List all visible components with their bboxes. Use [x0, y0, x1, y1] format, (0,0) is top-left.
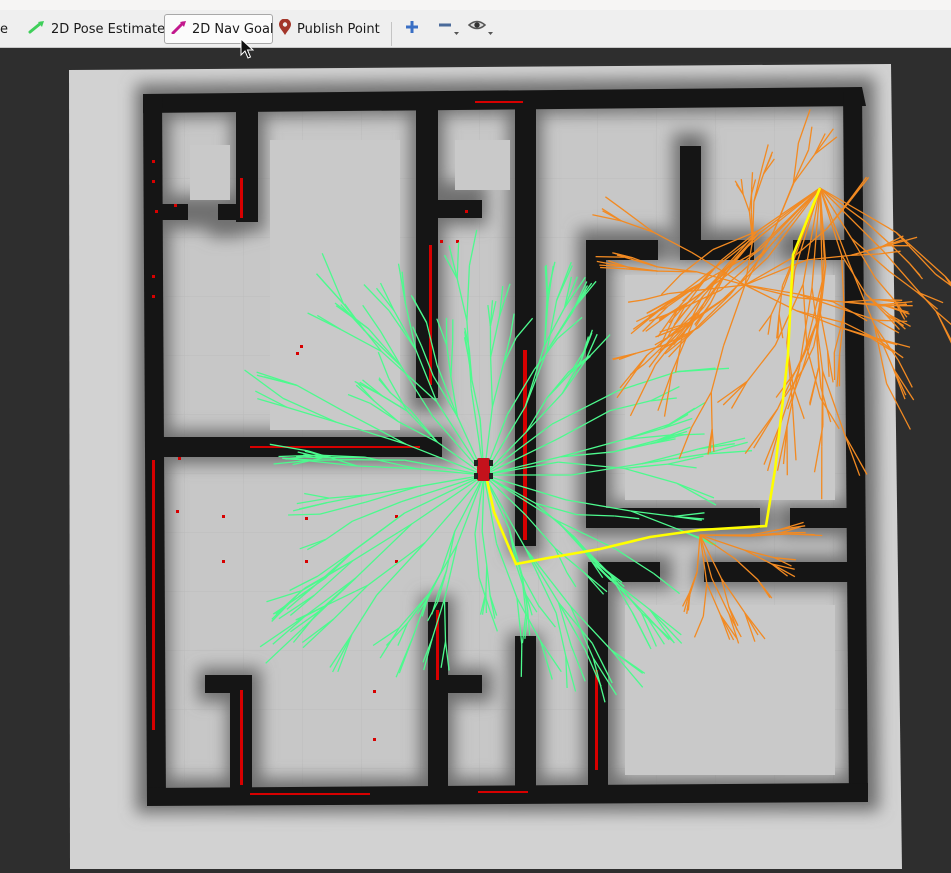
nav-goal-tool[interactable]: 2D Nav Goal: [164, 14, 273, 44]
tool-cut-off[interactable]: e: [0, 14, 14, 44]
publish-point-label: Publish Point: [297, 22, 380, 37]
toolbar-separator: [391, 22, 392, 46]
rviz-toolbar: e 2D Pose Estimate 2D Nav Goal Publish P…: [0, 10, 951, 48]
view-options-button[interactable]: [466, 16, 494, 42]
map-viewport[interactable]: [0, 50, 951, 869]
eye-icon: [466, 17, 494, 41]
plus-icon: [404, 19, 420, 39]
zoom-in-button[interactable]: [398, 16, 426, 42]
window-top-edge: [0, 0, 951, 10]
zoom-out-button[interactable]: [432, 16, 460, 42]
pose-estimate-label: 2D Pose Estimate: [51, 22, 165, 37]
magenta-arrow-icon: [171, 20, 192, 38]
minus-icon: [433, 17, 459, 41]
publish-point-tool[interactable]: Publish Point: [272, 14, 386, 44]
tool-cut-off-label: e: [0, 22, 8, 37]
pose-estimate-tool[interactable]: 2D Pose Estimate: [22, 14, 171, 44]
nav-goal-label: 2D Nav Goal: [192, 22, 274, 37]
map-pin-icon: [278, 19, 297, 40]
green-arrow-icon: [28, 20, 51, 38]
map-canvas[interactable]: [0, 50, 951, 869]
